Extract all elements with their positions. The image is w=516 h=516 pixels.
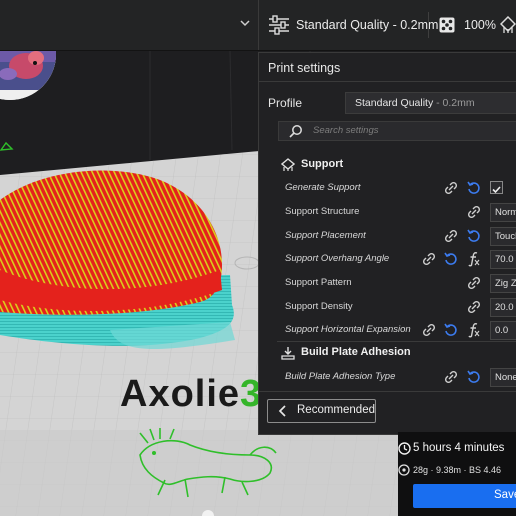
support-category-icon [281,158,295,171]
reset-icon[interactable] [443,322,459,338]
function-icon[interactable] [466,251,482,267]
check-icon [492,186,501,194]
link-icon[interactable] [421,322,437,338]
print-time: 5 hours 4 minutes [413,442,505,454]
reset-icon[interactable] [466,369,482,385]
overhang-angle-input[interactable]: 70.0 [490,250,516,269]
recommended-button[interactable]: Recommended [267,399,376,423]
setting-label: Build Plate Adhesion Type [285,371,396,382]
adhesion-type-select[interactable]: None [490,368,516,387]
search-icon [289,125,302,138]
search-placeholder: Search settings [313,125,379,136]
quality-sliders-icon [269,15,289,35]
link-icon[interactable] [466,275,482,291]
search-settings-input[interactable]: Search settings [278,121,516,141]
spool-icon [398,464,410,476]
support-icon[interactable] [500,16,516,34]
setting-row-support-placement[interactable]: Support Placement Touching Buildplate [285,226,516,246]
support-placement-select[interactable]: Touching Buildplate [490,227,516,246]
link-icon[interactable] [421,251,437,267]
link-icon[interactable] [443,180,459,196]
save-button-label: Save [494,489,516,501]
support-density-input[interactable]: 20.0 [490,298,516,317]
reset-icon[interactable] [443,251,459,267]
setting-row-adhesion-type[interactable]: Build Plate Adhesion Type None [285,367,516,387]
profile-select[interactable]: Standard Quality - 0.2mm [345,92,516,114]
material-usage: 28g · 9.38m · BS 4.46 [413,465,502,475]
setting-label: Support Overhang Angle [285,253,390,264]
support-structure-select[interactable]: Normal [490,203,516,222]
setting-label: Support Pattern [285,277,352,288]
generate-support-checkbox[interactable] [490,181,503,194]
setting-row-support-density[interactable]: Support Density 20.0 [285,297,516,317]
reset-icon[interactable] [466,228,482,244]
support-pattern-select[interactable]: Zig Zag [490,274,516,293]
category-build-plate-adhesion[interactable]: Build Plate Adhesion [277,343,497,363]
divider [259,81,516,82]
category-adhesion-label: Build Plate Adhesion [301,346,411,358]
setting-label: Support Horizontal Expansion [285,324,411,335]
reset-icon[interactable] [466,180,482,196]
top-toolbar: Standard Quality - 0.2mm 100% [0,0,516,51]
profile-label: Profile [268,96,303,110]
setting-label: Support Placement [285,230,366,241]
infill-density-label[interactable]: 100% [464,18,496,32]
link-icon[interactable] [466,204,482,220]
divider [277,341,516,342]
setting-row-horizontal-expansion[interactable]: Support Horizontal Expansion 0.0 [285,320,516,340]
setting-row-support-pattern[interactable]: Support Pattern Zig Zag [285,273,516,293]
setting-row-support-structure[interactable]: Support Structure Normal [285,202,516,222]
setting-row-overhang-angle[interactable]: Support Overhang Angle 70.0 [285,249,516,269]
setting-label: Support Density [285,301,353,312]
setting-label: Support Structure [285,206,360,217]
print-settings-panel: Print settings Profile Standard Quality … [258,52,516,435]
link-icon[interactable] [443,369,459,385]
category-support-label: Support [301,158,344,170]
adhesion-category-icon [281,347,295,360]
recommended-button-label: Recommended [297,404,375,416]
infill-icon [439,17,455,33]
quality-profile-label[interactable]: Standard Quality - 0.2mm [296,18,438,32]
horizontal-expansion-input[interactable]: 0.0 [490,321,516,340]
save-button[interactable]: Save [413,484,516,508]
category-support[interactable]: Support [277,155,497,175]
setting-row-generate-support[interactable]: Generate Support [285,178,516,198]
divider [259,391,516,392]
panel-title: Print settings [268,61,341,75]
printer-dropdown[interactable] [0,0,259,50]
axolotl-outline-icon [139,428,277,498]
link-icon[interactable] [466,299,482,315]
clock-icon [398,442,411,455]
link-icon[interactable] [443,228,459,244]
plate-marker-icon [0,141,14,151]
setting-label: Generate Support [285,182,361,193]
toolbar-divider [428,12,429,38]
function-icon[interactable] [466,322,482,338]
chevron-left-icon [278,405,286,417]
chevron-down-icon [240,20,250,27]
